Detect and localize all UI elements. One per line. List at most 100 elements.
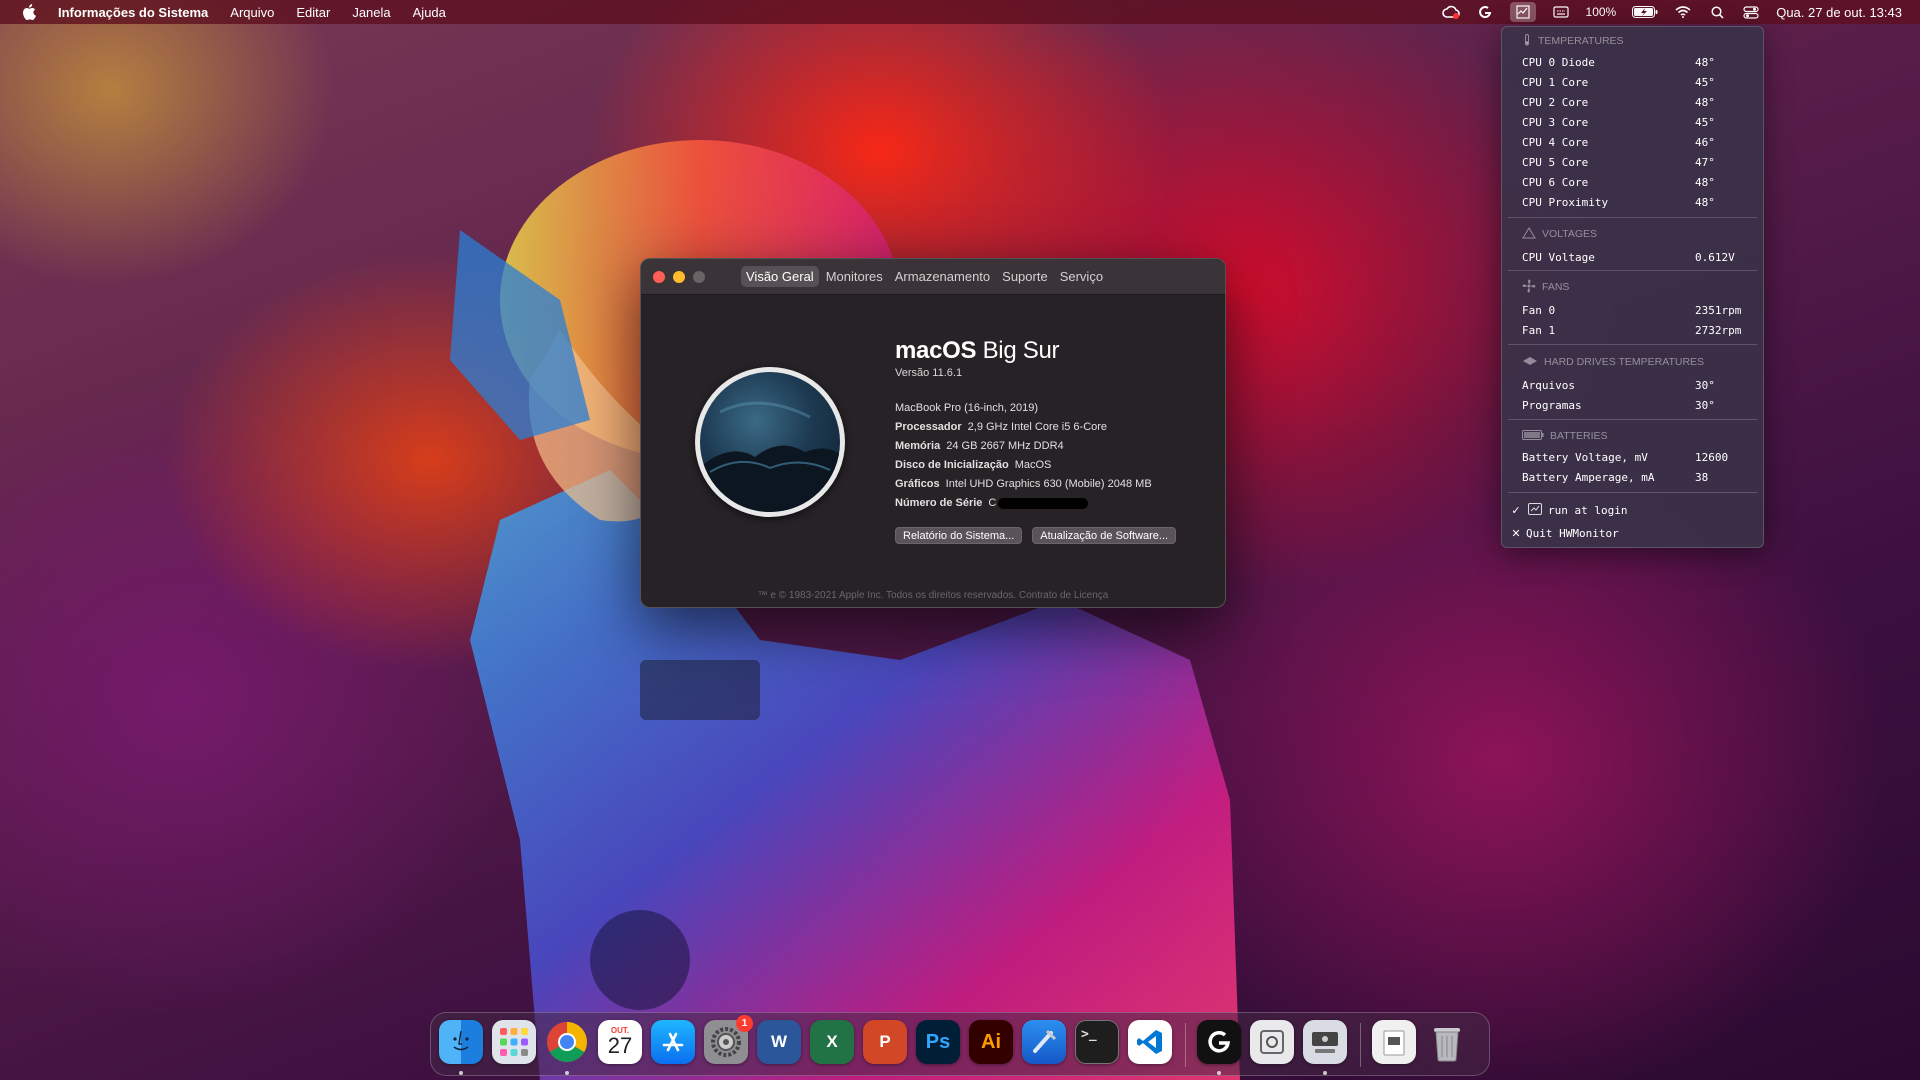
wifi-icon[interactable] xyxy=(1674,4,1692,20)
battery-row[interactable]: Battery Amperage, mA 38 xyxy=(1522,469,1753,485)
spotlight-icon[interactable] xyxy=(1708,4,1726,20)
utility-icon[interactable] xyxy=(1250,1020,1294,1064)
spec-list: MacBook Pro (16-inch, 2019) Processador 2… xyxy=(895,399,1215,513)
battery-percent[interactable]: 100% xyxy=(1586,5,1617,19)
about-this-mac-window: Visão Geral Monitores Armazenamento Supo… xyxy=(640,258,1226,608)
trash-icon[interactable] xyxy=(1425,1020,1469,1064)
drive-row[interactable]: Programas 30° xyxy=(1522,397,1753,413)
tab-bar: Visão Geral Monitores Armazenamento Supo… xyxy=(741,266,1108,287)
apple-menu-icon[interactable] xyxy=(20,3,38,21)
sensor-name: Battery Voltage, mV xyxy=(1522,450,1648,464)
keyboard-icon[interactable] xyxy=(1552,4,1570,20)
temp-row[interactable]: CPU 4 Core 46° xyxy=(1522,134,1753,150)
menu-divider xyxy=(1508,217,1757,218)
temp-row[interactable]: CPU 5 Core 47° xyxy=(1522,154,1753,170)
terminal-label: >_ xyxy=(1081,1027,1097,1042)
menu-janela[interactable]: Janela xyxy=(352,5,390,20)
spec-value: 24 GB 2667 MHz DDR4 xyxy=(946,440,1064,452)
menu-ajuda[interactable]: Ajuda xyxy=(413,5,446,20)
fans-label: FANS xyxy=(1542,281,1570,293)
running-indicator xyxy=(459,1071,463,1075)
app-name-menu[interactable]: Informações do Sistema xyxy=(58,5,208,20)
running-indicator xyxy=(1217,1071,1221,1075)
temp-row[interactable]: CPU 0 Diode 48° xyxy=(1522,54,1753,70)
hwmonitor-icon[interactable] xyxy=(1509,2,1536,22)
sensor-value: 2351rpm xyxy=(1695,303,1742,317)
drive-row[interactable]: Arquivos 30° xyxy=(1522,377,1753,393)
menu-editar[interactable]: Editar xyxy=(296,5,330,20)
sensor-name: CPU 3 Core xyxy=(1522,115,1589,129)
run-at-login-item[interactable]: ✓ run at login xyxy=(1510,501,1753,519)
sensor-name: CPU 0 Diode xyxy=(1522,55,1595,69)
temp-row[interactable]: CPU 2 Core 48° xyxy=(1522,94,1753,110)
system-preferences-icon[interactable]: 1 xyxy=(704,1015,753,1064)
spec-key: Disco de Inicialização xyxy=(895,459,1009,471)
system-report-button[interactable]: Relatório do Sistema... xyxy=(895,527,1023,544)
fans-header: FANS xyxy=(1522,279,1570,296)
sensor-name: CPU Proximity xyxy=(1522,195,1609,209)
vscode-icon[interactable] xyxy=(1128,1020,1172,1064)
creative-cloud-icon[interactable] xyxy=(1441,4,1460,20)
voltages-header: VOLTAGES xyxy=(1522,226,1597,241)
temp-row[interactable]: CPU Proximity 48° xyxy=(1522,194,1753,210)
tab-visao-geral[interactable]: Visão Geral xyxy=(741,266,819,287)
temp-row[interactable]: CPU 1 Core 45° xyxy=(1522,74,1753,90)
finder-icon[interactable] xyxy=(439,1020,483,1064)
temp-row[interactable]: CPU 3 Core 45° xyxy=(1522,114,1753,130)
spec-value: Intel UHD Graphics 630 (Mobile) 2048 MB xyxy=(945,478,1152,490)
tab-servico[interactable]: Serviço xyxy=(1055,266,1108,287)
voltage-row[interactable]: CPU Voltage 0.612V xyxy=(1522,249,1753,265)
illustrator-icon[interactable]: Ai xyxy=(969,1020,1013,1064)
copyright-footer[interactable]: ™ e © 1983-2021 Apple Inc. Todos os dire… xyxy=(641,590,1225,601)
tab-armazenamento[interactable]: Armazenamento xyxy=(890,266,995,287)
batteries-label: BATTERIES xyxy=(1550,430,1608,442)
zoom-window-button[interactable] xyxy=(693,271,705,283)
control-center-icon[interactable] xyxy=(1742,4,1760,20)
tab-suporte[interactable]: Suporte xyxy=(997,266,1053,287)
macos-big-sur-logo xyxy=(695,367,845,517)
excel-label: X xyxy=(826,1032,838,1051)
spec-key: Número de Série xyxy=(895,497,983,509)
logitech-g-icon[interactable] xyxy=(1197,1020,1241,1064)
word-icon[interactable]: W xyxy=(757,1020,801,1064)
app-store-icon[interactable] xyxy=(651,1020,695,1064)
system-information-icon[interactable] xyxy=(1303,1020,1347,1064)
fan-row[interactable]: Fan 0 2351rpm xyxy=(1522,302,1753,318)
minimize-window-button[interactable] xyxy=(673,271,685,283)
quit-label: Quit HWMonitor xyxy=(1526,526,1619,540)
menu-arquivo[interactable]: Arquivo xyxy=(230,5,274,20)
os-name: macOS Big Sur xyxy=(895,337,1215,365)
tab-monitores[interactable]: Monitores xyxy=(821,266,888,287)
battery-icon[interactable] xyxy=(1632,4,1658,20)
spec-value[interactable]: C xyxy=(988,497,996,509)
temp-row[interactable]: CPU 6 Core 48° xyxy=(1522,174,1753,190)
close-window-button[interactable] xyxy=(653,271,665,283)
menu-divider xyxy=(1508,492,1757,493)
fan-row[interactable]: Fan 1 2732rpm xyxy=(1522,322,1753,338)
powerpoint-icon[interactable]: P xyxy=(863,1020,907,1064)
logitech-icon[interactable] xyxy=(1476,4,1494,20)
menu-divider xyxy=(1508,344,1757,345)
running-indicator xyxy=(1323,1071,1327,1075)
software-update-button[interactable]: Atualização de Software... xyxy=(1032,527,1177,544)
os-name-light: Big Sur xyxy=(976,337,1060,364)
menu-divider xyxy=(1508,419,1757,420)
title-bar[interactable]: Visão Geral Monitores Armazenamento Supo… xyxy=(641,259,1225,295)
chrome-icon[interactable] xyxy=(545,1020,589,1064)
menu-clock[interactable]: Qua. 27 de out. 13:43 xyxy=(1776,5,1902,20)
launchpad-icon[interactable] xyxy=(492,1020,536,1064)
terminal-icon[interactable]: >_ xyxy=(1075,1020,1119,1064)
os-name-bold: macOS xyxy=(895,337,977,364)
excel-icon[interactable]: X xyxy=(810,1020,854,1064)
spec-value: MacOS xyxy=(1014,459,1052,471)
battery-row[interactable]: Battery Voltage, mV 12600 xyxy=(1522,449,1753,465)
calendar-icon[interactable]: OUT. 27 xyxy=(598,1020,642,1064)
xcode-icon[interactable] xyxy=(1022,1020,1066,1064)
fan-icon xyxy=(1522,279,1536,296)
sensor-value: 45° xyxy=(1695,75,1715,89)
documents-folder-icon[interactable] xyxy=(1372,1020,1416,1064)
temperatures-header: TEMPERATURES xyxy=(1522,33,1624,48)
quit-hwmonitor-item[interactable]: ✕ Quit HWMonitor xyxy=(1510,524,1753,542)
photoshop-icon[interactable]: Ps xyxy=(916,1020,960,1064)
sensor-value: 30° xyxy=(1695,378,1715,392)
